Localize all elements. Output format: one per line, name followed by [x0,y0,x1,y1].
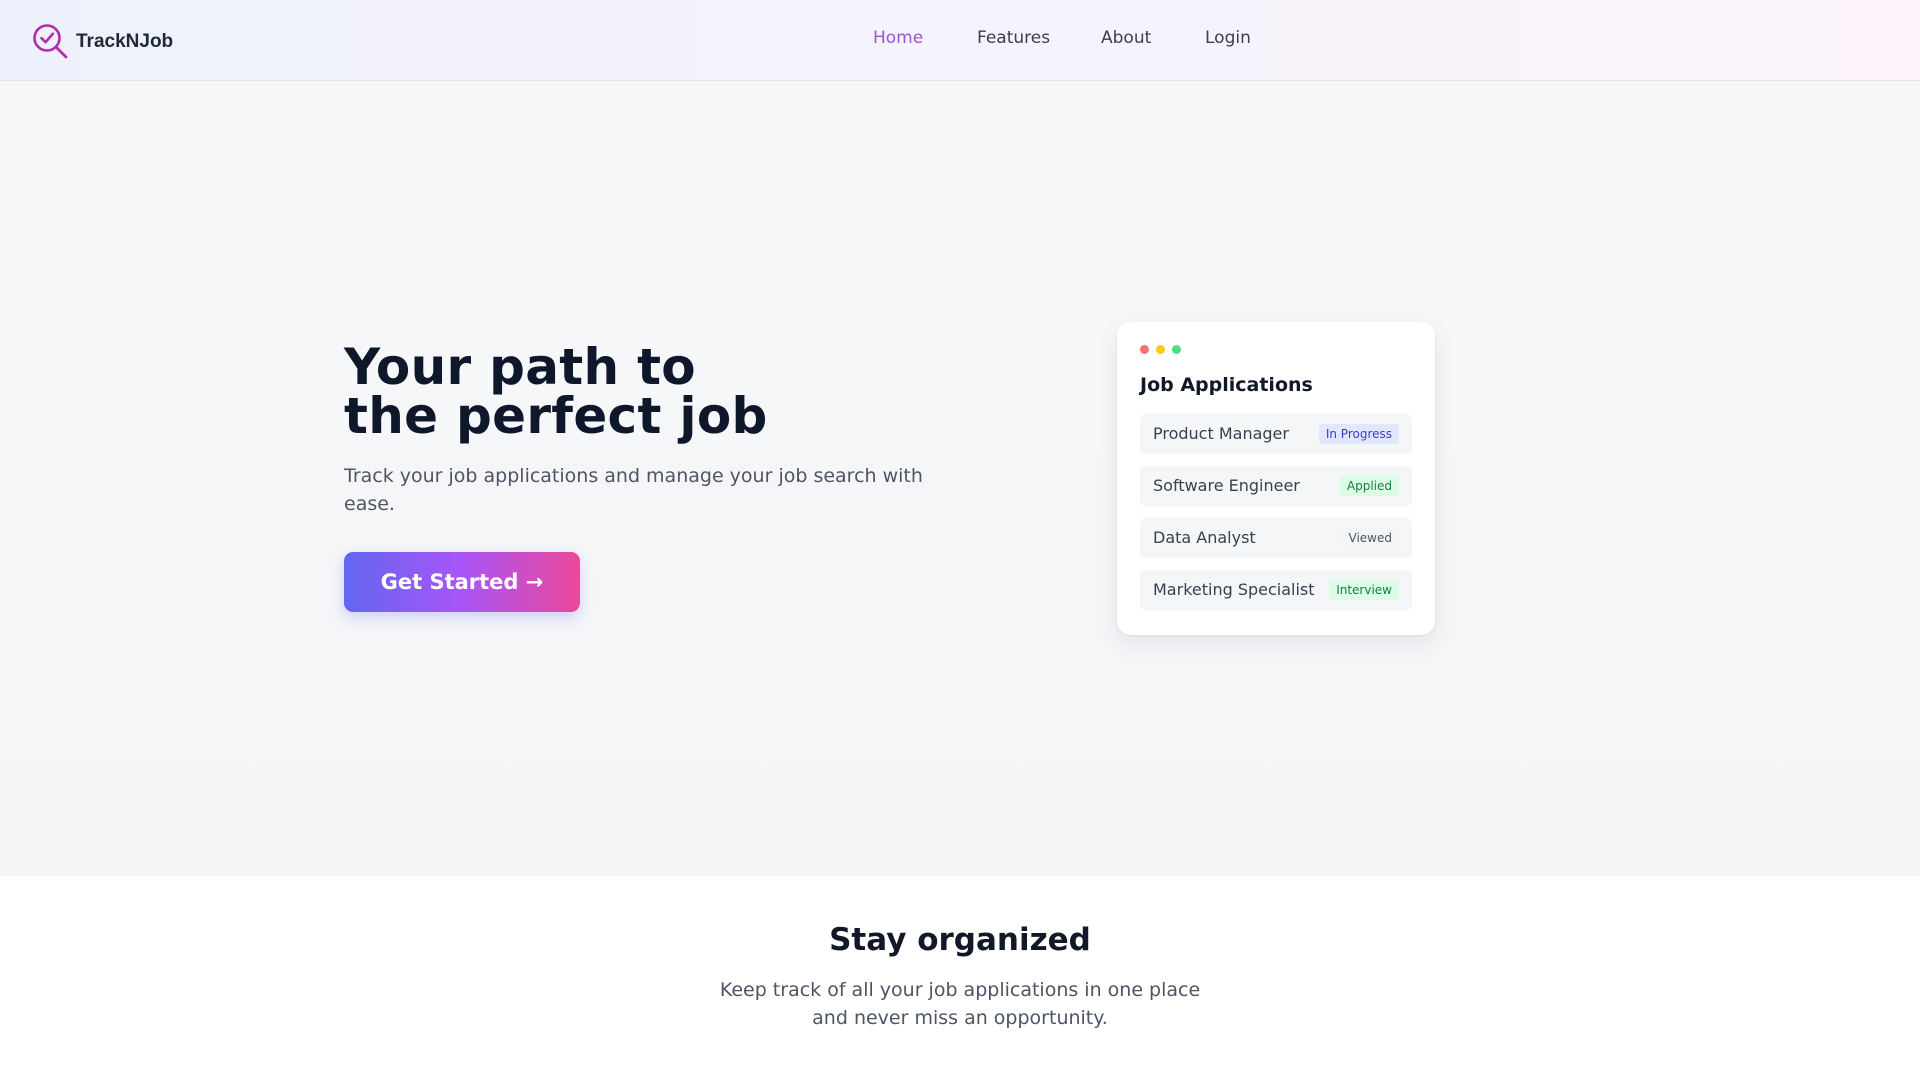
section-subtitle-line: Keep track of all your job applications … [719,979,1201,1001]
nav-item-about[interactable]: About [1101,28,1151,48]
list-item[interactable]: Software Engineer Applied [1140,466,1412,506]
list-item[interactable]: Product Manager In Progress [1140,414,1412,454]
hero-title: Your path to the perfect job [344,338,768,445]
section-subtitle: Keep track of all your job applications … [710,976,1210,1032]
window-dot-yellow [1156,345,1165,354]
application-role: Product Manager [1153,424,1289,443]
section-subtitle-line: and never miss an opportunity. [812,1007,1108,1029]
card-title: Job Applications [1140,374,1313,396]
status-badge: Applied [1339,476,1399,496]
window-dot-red [1140,345,1149,354]
nav-item-label: Home [873,28,924,48]
brand-home-link[interactable]: TrackNJob [32,24,173,60]
nav-item-login[interactable]: Login [1205,28,1251,48]
hero-title-line: the perfect job [344,387,768,445]
top-navbar: TrackNJob Home Features About Login [0,0,1920,85]
brand-name: TrackNJob [76,31,174,52]
nav-item-features[interactable]: Features [977,28,1050,48]
nav-item-label: About [1101,28,1152,48]
application-list: Product Manager In Progress Software Eng… [1140,414,1412,622]
hero-section: Your path to the perfect job Track your … [0,81,1920,876]
section-title: Stay organized [829,922,1091,958]
list-item[interactable]: Marketing Specialist Interview [1140,570,1412,610]
nav-item-home[interactable]: Home [873,28,937,85]
nav-item-label: Features [977,28,1051,48]
status-badge: In Progress [1318,424,1399,444]
job-applications-card: Job Applications Product Manager In Prog… [1117,322,1435,635]
stay-organized-section: Stay organized Keep track of all your jo… [0,876,1920,1080]
nav-item-label: Login [1205,28,1251,48]
magnifier-check-icon [33,24,68,59]
window-dots [1140,345,1188,354]
application-role: Marketing Specialist [1153,580,1315,599]
hero-subtitle: Track your job applications and manage y… [344,465,923,515]
status-badge: Interview [1329,580,1399,600]
window-dot-green [1172,345,1181,354]
hero-title-line: Your path to [344,338,696,396]
list-item[interactable]: Data Analyst Viewed [1140,518,1412,558]
status-badge: Viewed [1341,528,1399,548]
application-role: Software Engineer [1153,476,1300,495]
get-started-button[interactable]: Get Started → [344,552,580,612]
application-role: Data Analyst [1153,528,1256,547]
